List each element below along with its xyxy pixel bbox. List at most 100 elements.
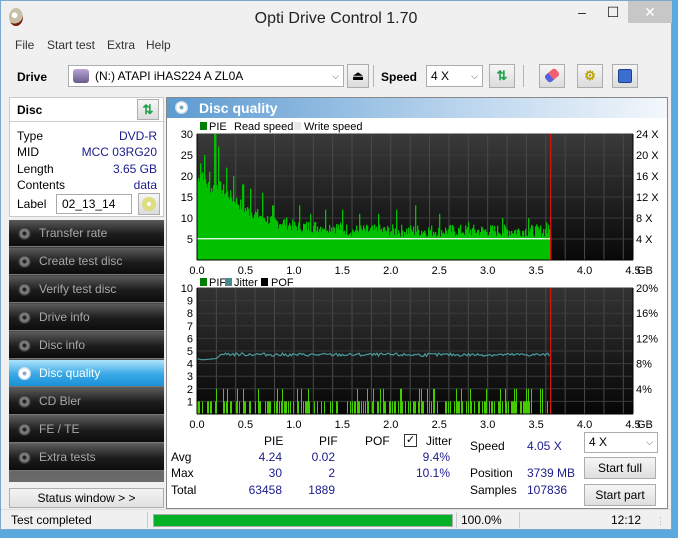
menu-extra[interactable]: Extra: [107, 38, 135, 52]
pif-bar: [418, 401, 419, 414]
y-right-tick-label: 8%: [636, 359, 652, 371]
pif-bar: [461, 388, 462, 414]
pif-bar: [516, 388, 517, 414]
pif-bar: [236, 401, 237, 414]
test-speed-select[interactable]: 4 X ⌵: [584, 432, 658, 453]
position-label: Position: [470, 466, 513, 480]
menu-start-test[interactable]: Start test: [47, 38, 95, 52]
pif-bar: [474, 401, 475, 414]
close-button[interactable]: ✕: [628, 1, 672, 23]
pif-bar: [456, 388, 457, 414]
maximize-button[interactable]: ☐: [597, 1, 629, 23]
pif-bar: [527, 401, 528, 414]
avg-pif: 0.02: [311, 450, 335, 464]
jitter-checkbox[interactable]: ✓: [404, 434, 417, 447]
pif-bar: [505, 388, 506, 414]
progress-percent: 100.0%: [461, 513, 502, 527]
refresh-icon: ⇅: [496, 68, 508, 83]
pif-bar: [284, 401, 285, 414]
save-button[interactable]: [612, 64, 638, 88]
pif-bar: [385, 401, 386, 414]
pif-bar: [237, 388, 238, 414]
pif-bar: [462, 401, 463, 414]
pif-bar: [308, 388, 309, 414]
pif-bar: [523, 401, 524, 414]
nav-create-test-disc[interactable]: Create test disc: [9, 248, 164, 275]
resize-grip-icon[interactable]: ⋮: [656, 516, 665, 527]
y-tick-label: 8: [187, 308, 193, 320]
start-part-button[interactable]: Start part: [584, 484, 656, 506]
pif-bar: [421, 388, 422, 414]
settings-button[interactable]: ⚙: [577, 64, 603, 88]
refresh-button[interactable]: ⇅: [489, 64, 515, 88]
pif-bar: [372, 401, 373, 414]
disc-icon: [18, 255, 31, 268]
stats-header-pof: POF: [365, 434, 390, 448]
max-jitter: 10.1%: [415, 466, 450, 480]
x-tick-label: 3.5: [528, 419, 543, 431]
disc-icon: [18, 367, 31, 380]
pif-bar: [358, 401, 359, 414]
nav-label: Create test disc: [39, 254, 123, 268]
pif-bar: [398, 401, 399, 414]
pif-bar: [499, 401, 500, 414]
title-bar: Opti Drive Control 1.70 ‒ ☐ ✕: [1, 1, 672, 35]
status-window-button[interactable]: Status window > >: [9, 488, 164, 508]
disc-refresh-button[interactable]: ⇅: [137, 99, 159, 120]
drive-select[interactable]: (N:) ATAPI iHAS224 A ZL0A ⌵: [68, 65, 344, 87]
nav-transfer-rate[interactable]: Transfer rate: [9, 220, 164, 247]
start-full-button[interactable]: Start full: [584, 457, 656, 479]
pif-bar: [317, 401, 318, 414]
refresh-icon: ⇅: [142, 102, 154, 117]
pif-bar: [492, 401, 493, 414]
y-tick-label: 9: [187, 296, 193, 308]
y-right-tick-label: 20%: [636, 283, 658, 295]
pif-bar: [211, 401, 212, 414]
stats-header-pie: PIE: [264, 434, 284, 448]
x-tick-label: 3.0: [480, 419, 495, 431]
nav-drive-info[interactable]: Drive info: [9, 304, 164, 331]
stats-header-pif: PIF: [319, 434, 338, 448]
total-pif: 1889: [308, 483, 335, 497]
disc-key: MID: [17, 145, 39, 159]
legend-label: Jitter: [234, 277, 258, 289]
pif-bar: [450, 401, 451, 414]
erase-button[interactable]: [539, 64, 565, 88]
pif-bar: [446, 401, 447, 414]
status-text: Test completed: [11, 513, 92, 527]
menu-help[interactable]: Help: [146, 38, 171, 52]
nav-label: Disc info: [39, 338, 86, 352]
pif-bar: [281, 401, 282, 414]
pif-bar: [258, 388, 259, 414]
nav-cd-bler[interactable]: CD Bler: [9, 388, 164, 415]
pif-bar: [486, 388, 487, 414]
y-tick-label: 25: [181, 150, 193, 162]
speed-select[interactable]: 4 X ⌵: [426, 65, 483, 87]
minimize-button[interactable]: ‒: [566, 1, 598, 23]
pif-bar: [250, 401, 251, 414]
disc-label-button[interactable]: [138, 193, 160, 215]
eject-button[interactable]: ⏏: [347, 64, 369, 88]
nav-disc-info[interactable]: Disc info: [9, 332, 164, 359]
nav-verify-test-disc[interactable]: Verify test disc: [9, 276, 164, 303]
legend-swatch-pif: [200, 278, 207, 286]
pif-bar: [223, 388, 224, 414]
pif-bar: [268, 401, 269, 414]
nav-fe-te[interactable]: FE / TE: [9, 416, 164, 443]
disc-label-input[interactable]: 02_13_14: [56, 194, 132, 214]
pif-bar: [230, 401, 231, 414]
pif-bar: [245, 401, 246, 414]
disc-key: Type: [17, 129, 44, 143]
toolbar-separator: [523, 65, 524, 87]
pif-bar: [207, 401, 208, 414]
stats-row-label: Total: [171, 483, 197, 497]
disc-panel-header: Disc ⇅: [10, 98, 163, 122]
pif-bar: [423, 401, 424, 414]
nav-extra-tests[interactable]: Extra tests: [9, 444, 164, 471]
nav-disc-quality[interactable]: Disc quality: [9, 360, 164, 387]
menu-file[interactable]: File: [15, 38, 34, 52]
pif-bar: [390, 401, 391, 414]
pif-bar: [401, 388, 402, 414]
progress-fill: [154, 515, 452, 526]
test-progress-bar: [153, 514, 453, 527]
